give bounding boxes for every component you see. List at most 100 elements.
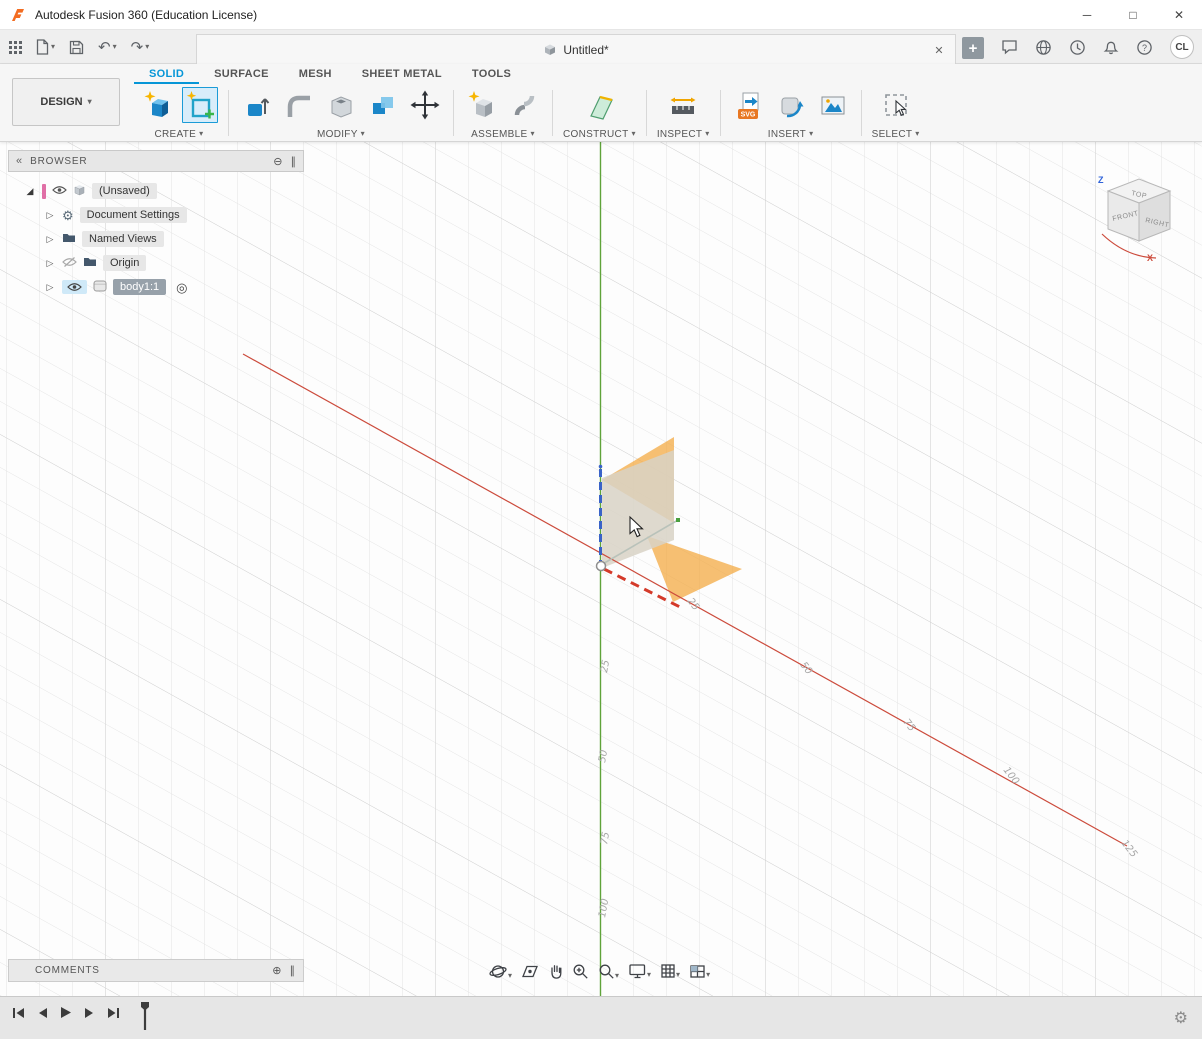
help-icon: ? <box>1136 39 1153 56</box>
document-tab[interactable]: Untitled* ✕ <box>196 34 956 64</box>
skip-to-start-button[interactable] <box>12 1007 25 1019</box>
orbit-button[interactable]: ▾ <box>486 961 515 982</box>
decal-button[interactable] <box>773 87 809 123</box>
browser-row-origin[interactable]: ▷ Origin <box>8 251 304 275</box>
box-primitive-button[interactable] <box>140 87 176 123</box>
create-group-label: CREATE <box>155 129 197 140</box>
inspect-dropdown[interactable]: INSPECT ▾ <box>657 126 710 142</box>
add-comment-icon[interactable]: ⊕ <box>272 964 281 977</box>
display-settings-button[interactable]: ▾ <box>625 961 654 981</box>
app-grid-menu-button[interactable] <box>8 40 22 54</box>
title-bar: Autodesk Fusion 360 (Education License) … <box>0 0 1202 30</box>
remove-panel-icon[interactable]: ⊖ <box>273 155 282 168</box>
file-menu-button[interactable]: ▾ <box>36 39 55 55</box>
extensions-globe-button[interactable] <box>1035 39 1052 56</box>
visibility-eye-icon[interactable] <box>52 185 67 198</box>
browser-item-label[interactable]: Document Settings <box>80 207 187 223</box>
modify-dropdown[interactable]: MODIFY ▾ <box>317 126 365 142</box>
select-dropdown[interactable]: SELECT ▾ <box>872 126 920 142</box>
move-icon <box>410 90 440 120</box>
edge-midpoint-handle[interactable] <box>676 518 680 522</box>
browser-row-body[interactable]: ▷ body1:1 ◎ <box>8 275 304 299</box>
timeline-bar: ⚙ <box>0 996 1202 1039</box>
close-tab-icon[interactable]: ✕ <box>931 42 947 58</box>
measure-icon <box>668 90 698 120</box>
help-button[interactable]: ? <box>1136 39 1153 56</box>
step-back-button[interactable] <box>37 1007 48 1019</box>
new-component-button[interactable] <box>464 87 500 123</box>
browser-tree: ◢ (Unsaved) ▷ ⚙ Document Settings ▷ Name… <box>8 172 304 299</box>
tree-expanded-icon[interactable]: ◢ <box>24 186 36 197</box>
panel-grip-icon[interactable]: ∥ <box>290 964 296 977</box>
canvas-button[interactable] <box>815 87 851 123</box>
browser-panel-header[interactable]: « BROWSER ⊖ ∥ <box>8 150 304 172</box>
close-button[interactable]: ✕ <box>1156 0 1202 30</box>
browser-item-label[interactable]: body1:1 <box>113 279 166 295</box>
zoom-button[interactable] <box>569 961 592 982</box>
new-tab-button[interactable]: + <box>962 37 984 59</box>
create-dropdown[interactable]: CREATE ▾ <box>155 126 204 142</box>
caret-down-icon: ▾ <box>647 971 651 979</box>
move-copy-button[interactable] <box>407 87 443 123</box>
ribbon-tabs: SOLID SURFACE MESH SHEET METAL TOOLS <box>134 64 526 84</box>
create-sketch-button[interactable] <box>182 87 218 123</box>
construct-plane-button[interactable] <box>581 87 617 123</box>
visibility-eye-chip[interactable] <box>62 280 87 294</box>
construct-dropdown[interactable]: CONSTRUCT ▾ <box>563 126 636 142</box>
zoom-window-button[interactable]: ▾ <box>595 961 622 982</box>
origin-point[interactable] <box>597 562 606 571</box>
assemble-group-label: ASSEMBLE <box>471 129 527 140</box>
skip-to-end-button[interactable] <box>107 1007 120 1019</box>
tab-mesh[interactable]: MESH <box>284 64 347 84</box>
viewports-button[interactable]: ▾ <box>686 962 713 981</box>
insert-dropdown[interactable]: INSERT ▾ <box>768 126 814 142</box>
browser-item-label[interactable]: Origin <box>103 255 146 271</box>
step-forward-button[interactable] <box>84 1007 95 1019</box>
browser-row-document-settings[interactable]: ▷ ⚙ Document Settings <box>8 203 304 227</box>
browser-item-label[interactable]: (Unsaved) <box>92 183 157 199</box>
browser-item-label[interactable]: Named Views <box>82 231 164 247</box>
tab-surface[interactable]: SURFACE <box>199 64 284 84</box>
browser-row-named-views[interactable]: ▷ Named Views <box>8 227 304 251</box>
comments-bubble-button[interactable] <box>1001 39 1018 55</box>
insert-svg-button[interactable]: SVG <box>731 87 767 123</box>
combine-button[interactable] <box>365 87 401 123</box>
tree-collapsed-icon[interactable]: ▷ <box>44 282 56 293</box>
browser-row-document[interactable]: ◢ (Unsaved) <box>8 179 304 203</box>
play-button[interactable] <box>60 1006 72 1019</box>
panel-grip-icon[interactable]: ∥ <box>291 155 297 168</box>
user-avatar[interactable]: CL <box>1170 35 1194 59</box>
joint-button[interactable] <box>506 87 542 123</box>
body-icon <box>93 280 107 295</box>
workspace-selector[interactable]: DESIGN ▾ <box>12 78 120 126</box>
select-button[interactable] <box>878 87 914 123</box>
tree-collapsed-icon[interactable]: ▷ <box>44 258 56 269</box>
notifications-bell-button[interactable] <box>1103 39 1119 55</box>
press-pull-button[interactable] <box>239 87 275 123</box>
assemble-dropdown[interactable]: ASSEMBLE ▾ <box>471 126 535 142</box>
activate-component-icon[interactable]: ◎ <box>176 281 187 294</box>
pan-button[interactable] <box>545 961 566 981</box>
grid-snap-button[interactable]: ▾ <box>657 961 683 981</box>
undo-button[interactable]: ↶ ▾ <box>98 40 117 55</box>
fillet-button[interactable] <box>281 87 317 123</box>
job-status-clock-button[interactable] <box>1069 39 1086 56</box>
minimize-button[interactable]: ─ <box>1064 0 1110 30</box>
tab-solid[interactable]: SOLID <box>134 64 199 84</box>
tab-tools[interactable]: TOOLS <box>457 64 526 84</box>
redo-button[interactable]: ↷ ▾ <box>131 40 150 55</box>
comments-bar[interactable]: COMMENTS ⊕ ∥ <box>8 959 304 982</box>
collapse-panel-icon[interactable]: « <box>16 155 22 167</box>
timeline-settings-gear-icon[interactable]: ⚙ <box>1174 1008 1188 1028</box>
visibility-off-eye-icon[interactable] <box>62 257 77 270</box>
tree-collapsed-icon[interactable]: ▷ <box>44 210 56 221</box>
measure-button[interactable] <box>665 87 701 123</box>
shell-button[interactable] <box>323 87 359 123</box>
save-button[interactable] <box>69 40 84 55</box>
look-at-button[interactable] <box>518 962 542 981</box>
timeline-position-marker[interactable] <box>137 1000 153 1037</box>
maximize-button[interactable]: □ <box>1110 0 1156 30</box>
joint-icon <box>509 90 539 120</box>
tree-collapsed-icon[interactable]: ▷ <box>44 234 56 245</box>
tab-sheet-metal[interactable]: SHEET METAL <box>347 64 457 84</box>
